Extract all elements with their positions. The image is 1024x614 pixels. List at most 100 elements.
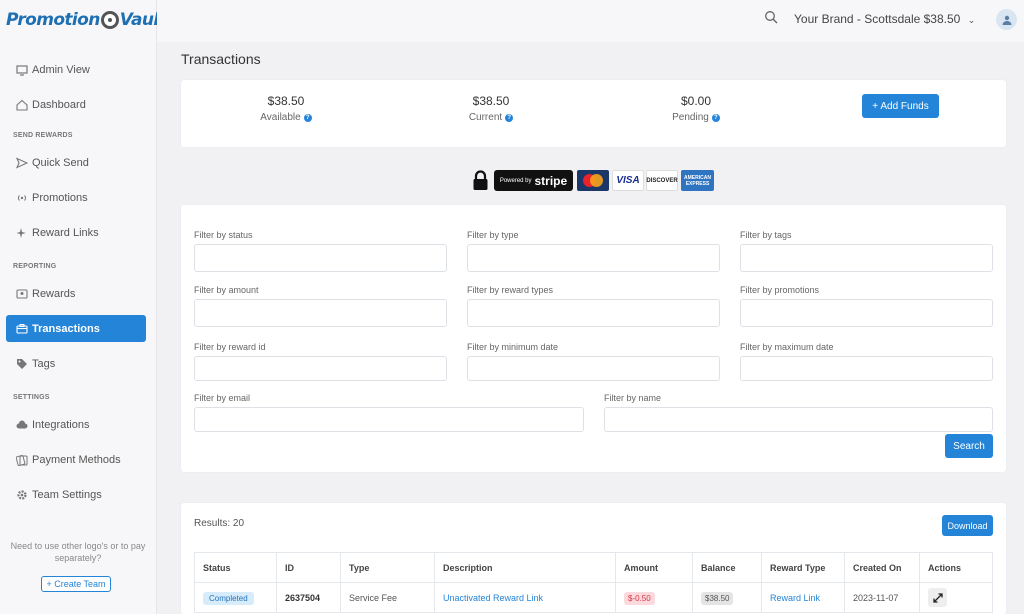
- vault-dial-icon: [100, 11, 119, 29]
- add-funds-button[interactable]: + Add Funds: [862, 94, 939, 118]
- filter-type-label: Filter by type: [467, 230, 519, 240]
- filter-min-date-input[interactable]: [467, 356, 720, 381]
- discover-logo: DISCOVER: [646, 170, 678, 191]
- help-icon[interactable]: ?: [505, 113, 514, 122]
- sidebar-item-promotions[interactable]: Promotions: [6, 184, 146, 211]
- sidebar-item-integrations[interactable]: Integrations: [6, 411, 146, 438]
- sidebar-item-admin-view[interactable]: Admin View: [6, 56, 146, 83]
- stripe-wordmark: stripe: [534, 173, 568, 188]
- results-card: Results: 20 Download Status ID Type Desc…: [181, 503, 1006, 614]
- avatar[interactable]: [996, 9, 1017, 30]
- column-header-type[interactable]: Type: [340, 552, 435, 583]
- sidebar-item-quick-send[interactable]: Quick Send: [6, 149, 146, 176]
- filter-max-date-input[interactable]: [740, 356, 993, 381]
- amex-logo: AMERICAN EXPRESS: [681, 170, 714, 191]
- page-title: Transactions: [181, 51, 261, 67]
- column-header-amount[interactable]: Amount: [615, 552, 693, 583]
- sparkle-icon: [16, 227, 28, 239]
- home-icon: [16, 99, 28, 111]
- filter-reward-id-input[interactable]: [194, 356, 447, 381]
- column-header-description[interactable]: Description: [434, 552, 616, 583]
- balance-pending: $0.00 Pending?: [636, 94, 756, 123]
- chevron-down-icon: ⌄: [967, 15, 976, 25]
- filter-status-label: Filter by status: [194, 230, 253, 240]
- brand-selector[interactable]: Your Brand - Scottsdale $38.50 ⌄: [794, 12, 975, 26]
- transactions-table: Status ID Type Description Amount Balanc…: [194, 552, 993, 613]
- monitor-icon: [16, 64, 28, 76]
- sidebar-item-tags[interactable]: Tags: [6, 350, 146, 377]
- cell-id: 2637504: [276, 582, 341, 613]
- sidebar-item-label: Integrations: [32, 418, 90, 431]
- cell-type: Service Fee: [340, 582, 435, 613]
- sidebar-item-reward-links[interactable]: Reward Links: [6, 219, 146, 246]
- balance-card: $38.50 Available? $38.50 Current? $0.00 …: [181, 80, 1006, 147]
- filter-reward-id-label: Filter by reward id: [194, 342, 266, 352]
- table-header-row: Status ID Type Description Amount Balanc…: [194, 552, 993, 583]
- logos-note: Need to use other logo's or to pay separ…: [10, 541, 146, 563]
- stripe-powered-by: Powered by: [499, 177, 532, 184]
- sidebar-item-label: Admin View: [32, 63, 90, 76]
- gear-icon: [16, 489, 28, 501]
- help-icon[interactable]: ?: [303, 113, 312, 122]
- transactions-icon: [16, 323, 28, 335]
- section-label-settings: SETTINGS: [13, 394, 50, 401]
- cloud-icon: [16, 419, 28, 431]
- reward-type-link[interactable]: Reward Link: [770, 593, 820, 603]
- cards-icon: [16, 454, 28, 466]
- column-header-id[interactable]: ID: [276, 552, 341, 583]
- balance-current: $38.50 Current?: [431, 94, 551, 123]
- top-bar: Your Brand - Scottsdale $38.50 ⌄: [157, 0, 1024, 42]
- filter-status-input[interactable]: [194, 244, 447, 272]
- sidebar-item-label: Team Settings: [32, 488, 102, 501]
- filter-reward-types-input[interactable]: [467, 299, 720, 327]
- cell-created-on: 2023-11-07: [844, 582, 920, 613]
- sidebar-item-team-settings[interactable]: Team Settings: [6, 481, 146, 508]
- filter-name-label: Filter by name: [604, 393, 662, 403]
- powered-by-stripe-badge: Powered by stripe: [494, 170, 573, 191]
- sidebar-item-payment-methods[interactable]: Payment Methods: [6, 446, 146, 473]
- create-team-button[interactable]: + Create Team: [41, 576, 111, 592]
- filter-max-date-label: Filter by maximum date: [740, 342, 834, 352]
- rewards-icon: [16, 288, 28, 300]
- filter-email-input[interactable]: [194, 407, 584, 432]
- filter-promotions-input[interactable]: [740, 299, 993, 327]
- balance-available: $38.50 Available?: [226, 94, 346, 123]
- column-header-status[interactable]: Status: [194, 552, 277, 583]
- filter-amount-input[interactable]: [194, 299, 447, 327]
- sidebar-item-rewards[interactable]: Rewards: [6, 280, 146, 307]
- lock-icon: [472, 170, 489, 191]
- section-label-send-rewards: SEND REWARDS: [13, 132, 73, 139]
- filter-name-input[interactable]: [604, 407, 993, 432]
- promotion-vault-logo[interactable]: Promotion Vault: [6, 8, 167, 32]
- amount-badge: $-0.50: [624, 591, 655, 605]
- column-header-reward-type[interactable]: Reward Type: [761, 552, 845, 583]
- sidebar-item-label: Dashboard: [32, 98, 86, 111]
- pending-label: Pending: [672, 112, 709, 123]
- search-icon[interactable]: [764, 10, 778, 24]
- balance-badge: $38.50: [701, 591, 734, 605]
- filter-type-input[interactable]: [467, 244, 720, 272]
- available-amount: $38.50: [267, 94, 305, 108]
- sidebar-item-label: Quick Send: [32, 156, 89, 169]
- broadcast-icon: [16, 192, 28, 204]
- description-link[interactable]: Unactivated Reward Link: [443, 593, 543, 603]
- sidebar-item-label: Rewards: [32, 287, 76, 300]
- available-label: Available: [260, 112, 301, 123]
- filter-email-label: Filter by email: [194, 393, 251, 403]
- filter-min-date-label: Filter by minimum date: [467, 342, 559, 352]
- download-button[interactable]: Download: [942, 515, 993, 536]
- sidebar-item-transactions[interactable]: Transactions: [6, 315, 146, 342]
- current-label: Current: [468, 112, 503, 123]
- column-header-balance[interactable]: Balance: [692, 552, 762, 583]
- help-icon[interactable]: ?: [711, 113, 720, 122]
- sidebar-item-label: Promotions: [32, 191, 88, 204]
- filter-tags-input[interactable]: [740, 244, 993, 272]
- column-header-created-on[interactable]: Created On: [844, 552, 920, 583]
- sidebar-item-dashboard[interactable]: Dashboard: [6, 91, 146, 118]
- sidebar-item-label: Reward Links: [32, 226, 99, 239]
- sidebar: Promotion Vault Admin View Dashboard SEN…: [0, 0, 167, 614]
- sidebar-item-label: Tags: [32, 357, 56, 370]
- expand-icon[interactable]: [928, 588, 947, 607]
- search-button[interactable]: Search: [945, 434, 993, 458]
- filter-promotions-label: Filter by promotions: [740, 285, 820, 295]
